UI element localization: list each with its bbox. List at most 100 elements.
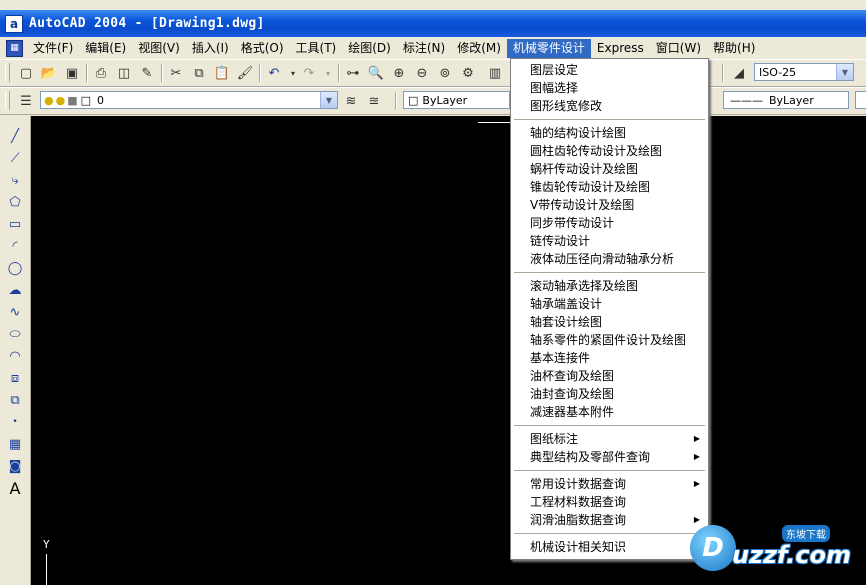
menu-item-layer-settings[interactable]: 图层设定: [511, 61, 708, 79]
ellipse-icon[interactable]: ⬭: [5, 324, 25, 344]
menu-item-material-data[interactable]: 工程材料数据查询: [511, 493, 708, 511]
revcloud-icon[interactable]: ☁: [5, 280, 25, 300]
insert-block-icon[interactable]: ⧈: [5, 368, 25, 388]
cut-icon[interactable]: ✂: [167, 64, 185, 82]
menu-item-design-data[interactable]: 常用设计数据查询 ▶: [511, 475, 708, 493]
menu-item-oil-seal[interactable]: 油封查询及绘图: [511, 385, 708, 403]
properties-icon[interactable]: ⊚: [436, 64, 454, 82]
menu-draw[interactable]: 绘图(D): [342, 39, 397, 58]
hatch-icon[interactable]: ▦: [5, 434, 25, 454]
menu-format[interactable]: 格式(O): [235, 39, 290, 58]
zoom-previous-icon[interactable]: ⊖: [413, 64, 431, 82]
lineweight-select[interactable]: [855, 91, 866, 109]
circle-icon[interactable]: ◯: [5, 258, 25, 278]
autocad-app-icon[interactable]: a: [5, 14, 23, 33]
menu-item-basic-connectors[interactable]: 基本连接件: [511, 349, 708, 367]
layer-previous-icon[interactable]: ≊: [365, 92, 383, 110]
redo-dropdown-icon[interactable]: ▾: [319, 64, 337, 82]
zoom-realtime-icon[interactable]: 🔍: [367, 64, 385, 82]
sun-icon[interactable]: ●: [54, 94, 66, 107]
copy-icon[interactable]: ⧉: [190, 64, 208, 82]
menu-item-bearing-cap[interactable]: 轴承端盖设计: [511, 295, 708, 313]
menu-window[interactable]: 窗口(W): [650, 39, 707, 58]
menu-view[interactable]: 视图(V): [132, 39, 186, 58]
polygon-icon[interactable]: ⬠: [5, 192, 25, 212]
toolbar-grip[interactable]: [5, 63, 10, 82]
matchprop-icon[interactable]: 🖌: [236, 64, 254, 82]
lightbulb-icon[interactable]: ●: [41, 94, 54, 107]
print-icon[interactable]: ⎙: [92, 64, 110, 82]
make-object-layer-current-icon[interactable]: ≋: [342, 92, 360, 110]
line-icon[interactable]: ╱: [5, 126, 25, 146]
toolbar-grip[interactable]: [5, 91, 10, 110]
tool-palettes-icon[interactable]: ▥: [486, 64, 504, 82]
spline-icon[interactable]: ∿: [5, 302, 25, 322]
redo-icon[interactable]: ↷: [300, 64, 318, 82]
menu-item-label: 润滑油脂数据查询: [530, 513, 627, 527]
layer-manager-icon[interactable]: ☰: [17, 92, 35, 110]
menu-item-shaft-fasteners[interactable]: 轴系零件的紧固件设计及绘图: [511, 331, 708, 349]
menu-dimension[interactable]: 标注(N): [397, 39, 451, 58]
open-icon[interactable]: 📂: [40, 64, 58, 82]
preview-icon[interactable]: ◫: [115, 64, 133, 82]
dimstyle-select[interactable]: ISO-25 ▼: [754, 63, 854, 81]
menu-item-bevel-gear[interactable]: 锥齿轮传动设计及绘图: [511, 178, 708, 196]
menu-item-chain-drive[interactable]: 链传动设计: [511, 232, 708, 250]
menu-item-sheet-size[interactable]: 图幅选择: [511, 79, 708, 97]
menu-item-worm-gear[interactable]: 蜗杆传动设计及绘图: [511, 160, 708, 178]
publish-icon[interactable]: ✎: [138, 64, 156, 82]
menu-express[interactable]: Express: [591, 39, 650, 58]
document-icon[interactable]: ▦: [6, 39, 23, 57]
chevron-down-icon[interactable]: ▼: [836, 64, 853, 80]
menu-item-v-belt[interactable]: V带传动设计及绘图: [511, 196, 708, 214]
menu-item-typical-structures[interactable]: 典型结构及零部件查询 ▶: [511, 448, 708, 466]
toolbar-separator: [161, 64, 163, 82]
construction-line-icon[interactable]: ⟋: [5, 148, 25, 168]
rectangle-icon[interactable]: ▭: [5, 214, 25, 234]
undo-icon[interactable]: ↶: [265, 64, 283, 82]
menu-item-design-knowledge[interactable]: 机械设计相关知识: [511, 538, 708, 556]
menu-separator: [514, 533, 705, 535]
color-select[interactable]: □ ByLayer: [403, 91, 510, 109]
title-bar: a AutoCAD 2004 - [Drawing1.dwg]: [0, 10, 866, 37]
arc-icon[interactable]: ◜: [5, 236, 25, 256]
menu-item-journal-bearing[interactable]: 液体动压径向滑动轴承分析: [511, 250, 708, 268]
paste-icon[interactable]: 📋: [213, 64, 231, 82]
region-icon[interactable]: ◙: [5, 456, 25, 476]
point-icon[interactable]: •: [5, 412, 25, 432]
zoom-window-icon[interactable]: ⊕: [390, 64, 408, 82]
menu-modify[interactable]: 修改(M): [451, 39, 507, 58]
designcenter-icon[interactable]: ⚙: [459, 64, 477, 82]
layer-select[interactable]: ● ● ■ □ 0 ▼: [40, 91, 338, 109]
menu-item-shaft-design[interactable]: 轴的结构设计绘图: [511, 124, 708, 142]
dimstyle-icon[interactable]: ◢: [730, 64, 748, 82]
new-icon[interactable]: ▢: [17, 64, 35, 82]
lock-icon[interactable]: ■: [65, 94, 77, 107]
menu-insert[interactable]: 插入(I): [186, 39, 235, 58]
menu-tools[interactable]: 工具(T): [290, 39, 343, 58]
menu-edit[interactable]: 编辑(E): [79, 39, 132, 58]
menu-item-sleeve[interactable]: 轴套设计绘图: [511, 313, 708, 331]
save-icon[interactable]: ▣: [63, 64, 81, 82]
chevron-down-icon[interactable]: ▼: [320, 92, 337, 108]
menu-item-spur-gear[interactable]: 圆柱齿轮传动设计及绘图: [511, 142, 708, 160]
pan-icon[interactable]: ⊶: [344, 64, 362, 82]
menu-mechanical-parts-design[interactable]: 机械零件设计: [506, 38, 591, 58]
make-block-icon[interactable]: ⧉: [5, 390, 25, 410]
menu-item-oil-cup[interactable]: 油杯查询及绘图: [511, 367, 708, 385]
menu-help[interactable]: 帮助(H): [707, 39, 761, 58]
linetype-select[interactable]: ——— ByLayer: [723, 91, 849, 109]
menu-item-reducer-accessories[interactable]: 减速器基本附件: [511, 403, 708, 421]
menu-file[interactable]: 文件(F): [27, 39, 79, 58]
menu-item-lubricant-data[interactable]: 润滑油脂数据查询 ▶: [511, 511, 708, 529]
text-icon[interactable]: A: [5, 478, 25, 498]
watermark-badge: 东坡下载: [782, 525, 830, 542]
menu-item-drawing-annotation[interactable]: 图纸标注 ▶: [511, 430, 708, 448]
menu-item-timing-belt[interactable]: 同步带传动设计: [511, 214, 708, 232]
drawing-canvas[interactable]: [31, 116, 866, 585]
menu-item-lineweight-modify[interactable]: 图形线宽修改: [511, 97, 708, 115]
ellipse-arc-icon[interactable]: ◠: [5, 346, 25, 366]
polyline-icon[interactable]: ⤷: [5, 170, 25, 190]
menu-bar: ▦ 文件(F) 编辑(E) 视图(V) 插入(I) 格式(O) 工具(T) 绘图…: [0, 38, 866, 58]
menu-item-rolling-bearing[interactable]: 滚动轴承选择及绘图: [511, 277, 708, 295]
